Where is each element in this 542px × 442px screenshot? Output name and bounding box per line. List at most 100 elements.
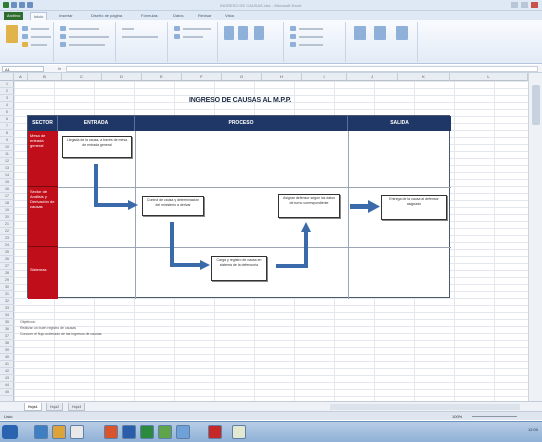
bold-icon[interactable] <box>60 26 66 31</box>
start-button[interactable] <box>2 425 18 439</box>
paste-icon[interactable] <box>6 25 18 43</box>
quick-access-toolbar[interactable] <box>3 2 33 8</box>
column-header[interactable]: E <box>142 73 182 81</box>
row-header[interactable]: 21 <box>0 221 14 228</box>
row-header[interactable]: 16 <box>0 186 14 193</box>
row-header[interactable]: 18 <box>0 200 14 207</box>
row-header[interactable]: 37 <box>0 333 14 340</box>
tab-home[interactable]: Inicio <box>30 12 48 20</box>
tab-view[interactable]: Vista <box>222 12 237 20</box>
column-header[interactable]: G <box>222 73 262 81</box>
row-header[interactable]: 24 <box>0 242 14 249</box>
merge-icon[interactable] <box>174 34 180 39</box>
tab-insert[interactable]: Insertar <box>56 12 76 20</box>
row-header[interactable]: 34 <box>0 312 14 319</box>
vertical-scrollbar[interactable] <box>528 73 542 401</box>
row-header[interactable]: 36 <box>0 326 14 333</box>
row-header[interactable]: 35 <box>0 319 14 326</box>
column-header[interactable]: D <box>102 73 142 81</box>
row-header[interactable]: 28 <box>0 270 14 277</box>
column-header[interactable]: H <box>262 73 302 81</box>
row-header[interactable]: 32 <box>0 298 14 305</box>
column-header[interactable]: B <box>28 73 62 81</box>
row-header[interactable]: 22 <box>0 228 14 235</box>
row-header[interactable]: 25 <box>0 249 14 256</box>
tab-data[interactable]: Datos <box>170 12 186 20</box>
row-header[interactable]: 12 <box>0 158 14 165</box>
row-header[interactable]: 17 <box>0 193 14 200</box>
row-header[interactable]: 27 <box>0 263 14 270</box>
save-icon[interactable] <box>11 2 17 8</box>
row-header[interactable]: 30 <box>0 284 14 291</box>
folder-icon[interactable] <box>52 425 66 439</box>
redo-icon[interactable] <box>27 2 33 8</box>
row-header[interactable]: 5 <box>0 109 14 116</box>
column-header[interactable]: F <box>182 73 222 81</box>
sheet-tab[interactable]: Hoja1 <box>24 403 42 411</box>
name-box[interactable]: A1 <box>2 66 44 72</box>
horizontal-scrollbar[interactable] <box>330 404 520 410</box>
italic-icon[interactable] <box>60 34 66 39</box>
underline-icon[interactable] <box>60 42 66 47</box>
row-header[interactable]: 43 <box>0 375 14 382</box>
column-header[interactable]: C <box>62 73 102 81</box>
row-header[interactable]: 39 <box>0 347 14 354</box>
excel-icon[interactable] <box>140 425 154 439</box>
row-header[interactable]: 20 <box>0 214 14 221</box>
acrobat-icon[interactable] <box>208 425 222 439</box>
find-select-icon[interactable] <box>374 26 386 40</box>
cell-styles-icon[interactable] <box>254 26 264 40</box>
row-header[interactable]: 13 <box>0 165 14 172</box>
tab-review[interactable]: Revisar <box>195 12 215 20</box>
zoom-control[interactable]: 100% <box>452 414 532 419</box>
row-header[interactable]: 9 <box>0 137 14 144</box>
sheet-tab[interactable]: Hoja3 <box>68 403 86 411</box>
tab-page-layout[interactable]: Diseño de página <box>88 12 125 20</box>
row-header[interactable]: 6 <box>0 116 14 123</box>
wrap-text-icon[interactable] <box>174 26 180 31</box>
close-icon[interactable] <box>531 2 538 8</box>
column-header[interactable]: A <box>14 73 28 81</box>
conditional-format-icon[interactable] <box>224 26 234 40</box>
column-header[interactable]: I <box>302 73 347 81</box>
row-header[interactable]: 45 <box>0 389 14 396</box>
sort-filter-icon[interactable] <box>354 26 366 40</box>
row-header[interactable]: 29 <box>0 277 14 284</box>
row-header[interactable]: 3 <box>0 95 14 102</box>
sheet-tab[interactable]: Hoja2 <box>46 403 64 411</box>
row-header[interactable]: 41 <box>0 361 14 368</box>
cut-icon[interactable] <box>22 26 28 31</box>
row-header[interactable]: 44 <box>0 382 14 389</box>
zoom-slider[interactable] <box>472 416 517 417</box>
row-header[interactable]: 26 <box>0 256 14 263</box>
row-header[interactable]: 1 <box>0 81 14 88</box>
row-header[interactable]: 15 <box>0 179 14 186</box>
app-icon[interactable] <box>34 425 48 439</box>
select-all-corner[interactable] <box>0 73 14 81</box>
format-painter-icon[interactable] <box>22 42 28 47</box>
row-header[interactable]: 23 <box>0 235 14 242</box>
system-clock[interactable]: 12:00 <box>528 427 538 432</box>
fx-icon[interactable]: fx <box>58 66 61 71</box>
share-icon[interactable] <box>396 26 408 40</box>
row-header[interactable]: 7 <box>0 123 14 130</box>
row-header[interactable]: 8 <box>0 130 14 137</box>
row-header[interactable]: 42 <box>0 368 14 375</box>
word-icon[interactable] <box>122 425 136 439</box>
row-header[interactable]: 2 <box>0 88 14 95</box>
maximize-icon[interactable] <box>521 2 528 8</box>
row-header[interactable]: 4 <box>0 102 14 109</box>
row-header[interactable]: 33 <box>0 305 14 312</box>
row-header[interactable]: 31 <box>0 291 14 298</box>
app-icon[interactable] <box>70 425 84 439</box>
row-header[interactable]: 11 <box>0 151 14 158</box>
row-header[interactable]: 40 <box>0 354 14 361</box>
row-header[interactable]: 14 <box>0 172 14 179</box>
row-header[interactable]: 19 <box>0 207 14 214</box>
formula-input[interactable] <box>66 66 538 72</box>
row-header[interactable]: 38 <box>0 340 14 347</box>
format-cells-icon[interactable] <box>290 42 296 47</box>
app-icon[interactable] <box>232 425 246 439</box>
delete-cells-icon[interactable] <box>290 34 296 39</box>
scrollbar-thumb[interactable] <box>532 85 540 125</box>
